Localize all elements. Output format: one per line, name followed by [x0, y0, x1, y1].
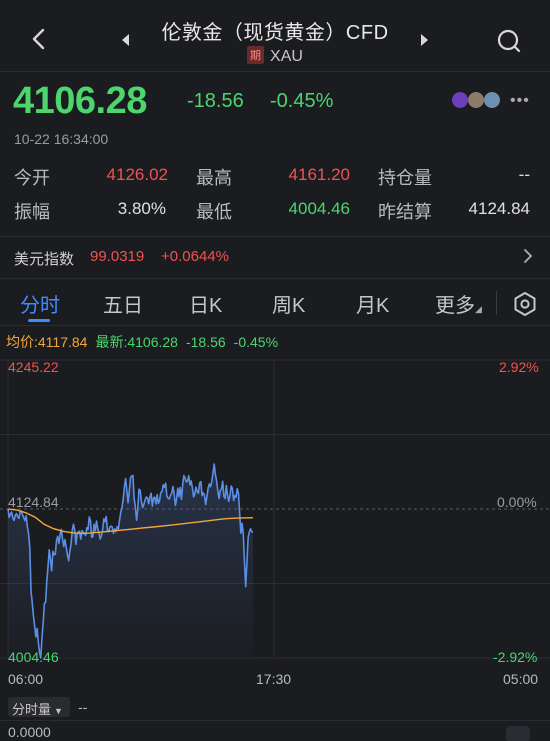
y-axis-ref-label: 4124.84	[8, 494, 59, 510]
volume-grid-line	[0, 720, 550, 721]
last-price: 4106.28	[13, 80, 147, 122]
x-axis-end-label: 05:00	[503, 671, 539, 687]
volume-value: --	[78, 699, 88, 715]
low-label: 最低	[196, 202, 232, 222]
dollar-index-label[interactable]: 美元指数	[14, 248, 74, 269]
pct-axis-max-label: 2.92%	[499, 359, 539, 375]
tab-more[interactable]: 更多◢	[435, 289, 482, 318]
next-instrument-icon[interactable]	[414, 30, 434, 50]
open-value: 4126.02	[106, 165, 168, 184]
high-label: 最高	[196, 168, 232, 188]
legend-latest-price: 最新:4106.28	[95, 334, 178, 350]
tab-five-day[interactable]: 五日	[103, 289, 143, 318]
open-label: 今开	[14, 168, 50, 188]
community-avatars-icon[interactable]	[452, 90, 508, 110]
chart-legend: 均价:4117.84 最新:4106.28 -18.56 -0.45%	[6, 332, 286, 352]
page-title: 伦敦金（现货黄金）CFD	[161, 22, 389, 44]
volume-axis-zero-label: 0.0000	[8, 724, 51, 740]
prev-settle-value: 4124.84	[468, 199, 530, 218]
tab-separator	[496, 291, 497, 315]
low-value: 4004.46	[288, 199, 350, 218]
volume-indicator-label: 分时量	[12, 702, 52, 717]
open-interest-label: 持仓量	[378, 168, 432, 188]
chevron-right-icon[interactable]	[520, 246, 536, 266]
tab-more-label: 更多	[435, 295, 475, 317]
tab-intraday[interactable]: 分时	[20, 289, 60, 318]
back-icon[interactable]	[24, 24, 54, 54]
prev-settle-label: 昨结算	[378, 202, 432, 222]
pct-axis-min-label: -2.92%	[493, 649, 538, 665]
settings-icon[interactable]	[512, 291, 538, 317]
more-options-icon[interactable]: •••	[510, 92, 530, 110]
amplitude-value: 3.80%	[117, 199, 166, 218]
y-axis-min-label: 4004.46	[8, 649, 59, 665]
nav-header: 伦敦金（现货黄金）CFD 期 XAU	[0, 0, 550, 72]
futures-tag: 期	[247, 46, 265, 64]
divider	[0, 236, 550, 237]
intraday-chart[interactable]	[0, 352, 550, 670]
fullscreen-icon[interactable]	[506, 726, 530, 741]
dollar-index-value[interactable]: 99.0319	[90, 248, 144, 265]
search-icon[interactable]	[494, 26, 524, 56]
volume-indicator-select[interactable]: 分时量 ▼	[8, 697, 70, 717]
chart-period-tabs: 分时 五日 日K 周K 月K 更多◢	[0, 278, 550, 326]
pct-axis-ref-label: 0.00%	[497, 494, 537, 510]
open-interest-value: --	[518, 165, 530, 184]
tab-monthly-k[interactable]: 月K	[356, 289, 389, 318]
page-subtitle: 期 XAU	[140, 46, 410, 66]
legend-avg-price: 均价:4117.84	[6, 334, 88, 350]
high-value: 4161.20	[288, 165, 350, 184]
quote-time: 10-22 16:34:00	[14, 131, 109, 147]
price-change-pct: -0.45%	[270, 90, 334, 112]
prev-instrument-icon[interactable]	[116, 30, 136, 50]
active-tab-indicator	[28, 319, 50, 322]
x-axis-mid-label: 17:30	[256, 671, 292, 687]
legend-change-pct: -0.45%	[233, 334, 279, 350]
price-change: -18.56	[187, 90, 244, 112]
y-axis-max-label: 4245.22	[8, 359, 59, 375]
dollar-index-change[interactable]: +0.0644%	[161, 248, 229, 265]
caret-down-icon: ▼	[54, 706, 63, 716]
tab-weekly-k[interactable]: 周K	[272, 289, 305, 318]
legend-change: -18.56	[185, 334, 226, 350]
symbol-label: XAU	[270, 48, 303, 65]
x-axis-start-label: 06:00	[8, 671, 44, 687]
amplitude-label: 振幅	[14, 202, 50, 222]
tab-daily-k[interactable]: 日K	[189, 289, 222, 318]
tab-more-caret-icon: ◢	[475, 304, 482, 314]
